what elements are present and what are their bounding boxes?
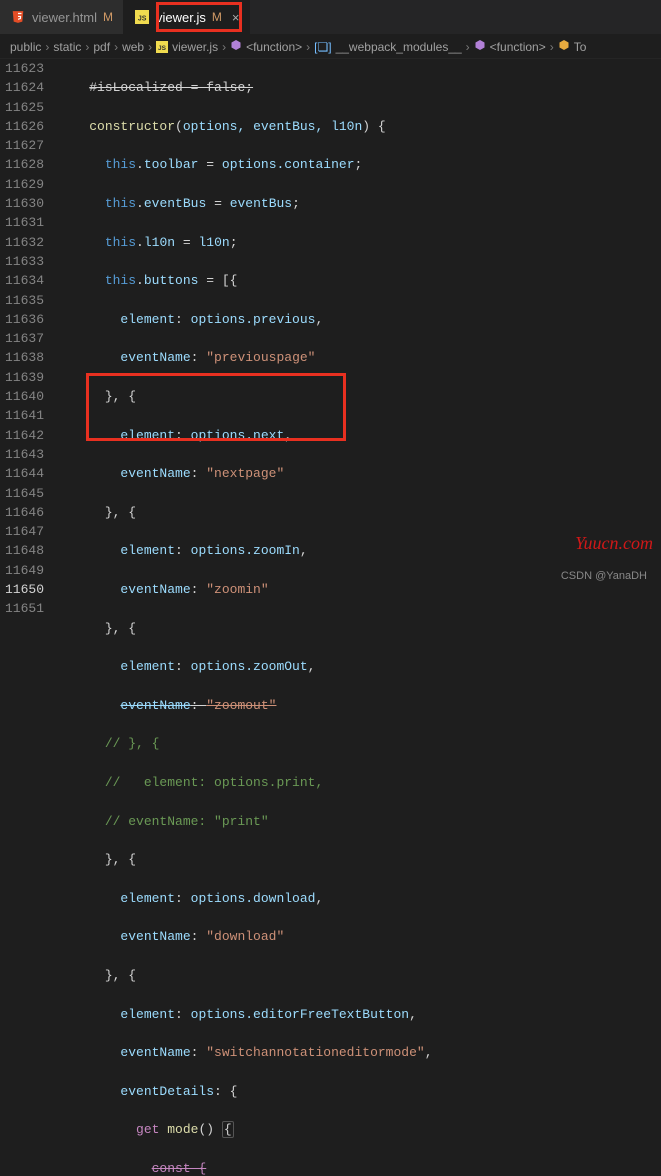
cube-icon xyxy=(474,39,486,54)
line-number: 11625 xyxy=(0,98,44,117)
breadcrumb[interactable]: public› static› pdf› web› JS viewer.js ›… xyxy=(0,35,661,59)
line-number: 11639 xyxy=(0,368,44,387)
tab-label: viewer.js xyxy=(156,10,206,25)
crumb-public[interactable]: public xyxy=(10,40,41,54)
line-number: 11635 xyxy=(0,291,44,310)
line-number: 11644 xyxy=(0,464,44,483)
line-number: 11640 xyxy=(0,387,44,406)
line-number: 11649 xyxy=(0,561,44,580)
crumb-function-2[interactable]: <function> xyxy=(474,39,546,54)
bracket-icon: [❏] xyxy=(314,40,331,54)
line-number: 11641 xyxy=(0,406,44,425)
line-number: 11642 xyxy=(0,426,44,445)
line-number: 11638 xyxy=(0,348,44,367)
line-number: 11646 xyxy=(0,503,44,522)
tab-viewer-js[interactable]: JS viewer.js M × xyxy=(124,0,250,34)
line-number: 11626 xyxy=(0,117,44,136)
crumb-pdf[interactable]: pdf xyxy=(93,40,110,54)
cube-icon xyxy=(230,39,242,54)
close-icon[interactable]: × xyxy=(232,10,240,25)
line-number: 11645 xyxy=(0,484,44,503)
line-number: 11632 xyxy=(0,233,44,252)
line-number: 11633 xyxy=(0,252,44,271)
line-number: 11637 xyxy=(0,329,44,348)
tab-label: viewer.html xyxy=(32,10,97,25)
line-number: 11651 xyxy=(0,599,44,618)
js-icon: JS xyxy=(134,9,150,25)
line-number: 11631 xyxy=(0,213,44,232)
footer-attribution: CSDN @YanaDH xyxy=(561,570,647,582)
crumb-webpack-modules[interactable]: [❏] __webpack_modules__ xyxy=(314,40,462,54)
js-icon: JS xyxy=(156,41,168,53)
tab-viewer-html[interactable]: viewer.html M xyxy=(0,0,124,34)
line-number: 11624 xyxy=(0,78,44,97)
line-number: 11636 xyxy=(0,310,44,329)
line-number-gutter: 1162311624116251162611627116281162911630… xyxy=(0,59,58,587)
line-number: 11623 xyxy=(0,59,44,78)
line-number: 11627 xyxy=(0,136,44,155)
line-number: 11650 xyxy=(0,580,44,599)
editor-tabs: viewer.html M JS viewer.js M × xyxy=(0,0,661,35)
code-content[interactable]: #isLocalized = false; constructor(option… xyxy=(58,59,661,587)
crumb-file[interactable]: JS viewer.js xyxy=(156,40,218,54)
crumb-symbol-to[interactable]: To xyxy=(558,39,587,54)
line-number: 11643 xyxy=(0,445,44,464)
svg-text:JS: JS xyxy=(158,45,167,52)
line-number: 11628 xyxy=(0,155,44,174)
crumb-web[interactable]: web xyxy=(122,40,144,54)
tab-modified-badge: M xyxy=(103,10,113,24)
crumb-function-1[interactable]: <function> xyxy=(230,39,302,54)
html-icon xyxy=(10,9,26,25)
line-number: 11630 xyxy=(0,194,44,213)
crumb-static[interactable]: static xyxy=(53,40,81,54)
tab-modified-badge: M xyxy=(212,10,222,24)
code-editor[interactable]: 1162311624116251162611627116281162911630… xyxy=(0,59,661,587)
line-number: 11648 xyxy=(0,541,44,560)
cube-icon xyxy=(558,39,570,54)
svg-text:JS: JS xyxy=(138,16,147,23)
line-number: 11647 xyxy=(0,522,44,541)
line-number: 11629 xyxy=(0,175,44,194)
line-number: 11634 xyxy=(0,271,44,290)
